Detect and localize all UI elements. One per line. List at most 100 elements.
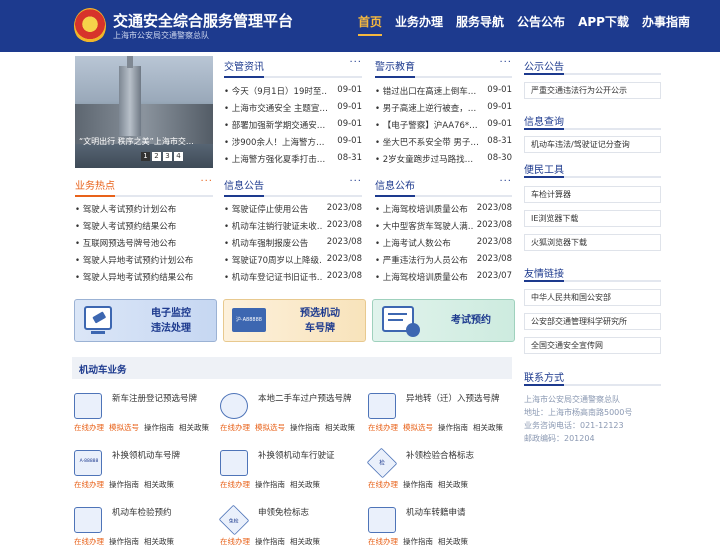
op-online[interactable]: 在线办理 [368, 480, 398, 489]
info-publish-item[interactable]: • 大中型客货车驾驶人满… 2023/08 [375, 220, 512, 232]
news-item[interactable]: • 今天（9月1日）19时至… 09-01 [224, 85, 362, 97]
service-name[interactable]: 异地转（迁）入预选号牌 [406, 394, 502, 405]
service-inspection-mark[interactable]: 检 补领检验合格标志 在线办理 操作指南 相关政策 [366, 447, 506, 490]
op-policy[interactable]: 相关政策 [144, 537, 174, 546]
tool-link[interactable]: 车检计算器 [524, 186, 661, 203]
carousel-dot-1[interactable]: 1 [141, 152, 150, 161]
service-used-car-transfer[interactable]: 本地二手车过户预选号牌 在线办理 模拟选号 操作指南 相关政策 [218, 391, 358, 433]
op-simulate[interactable]: 模拟选号 [255, 423, 285, 432]
exam-booking-banner[interactable]: 考试预约 [372, 299, 515, 342]
op-policy[interactable]: 相关政策 [179, 423, 209, 432]
news-item[interactable]: • 上海市交通安全 主题宣… 09-01 [224, 102, 362, 114]
op-policy[interactable]: 相关政策 [438, 480, 468, 489]
info-notice-item[interactable]: • 机动车登记证书旧证书… 2023/08 [224, 271, 362, 283]
query-link[interactable]: 机动车违法/驾驶证记分查询 [524, 136, 661, 153]
service-name[interactable]: 本地二手车过户预选号牌 [258, 394, 354, 405]
service-name[interactable]: 机动车转籍申请 [406, 508, 502, 519]
warning-item[interactable]: • 【电子警察】沪AA76*… 09-01 [375, 119, 512, 131]
op-guide[interactable]: 操作指南 [403, 480, 433, 489]
info-notice-more-link[interactable]: ··· [349, 176, 362, 187]
op-online[interactable]: 在线办理 [368, 537, 398, 546]
op-policy[interactable]: 相关政策 [290, 480, 320, 489]
op-guide[interactable]: 操作指南 [255, 480, 285, 489]
service-exempt-mark[interactable]: 免检 申领免检标志 在线办理 操作指南 相关政策 [218, 504, 358, 547]
info-publish-title[interactable]: 信息公布 [375, 177, 512, 192]
service-inspection-booking[interactable]: 机动车检验预约 在线办理 操作指南 相关政策 [72, 505, 212, 547]
op-online[interactable]: 在线办理 [74, 537, 104, 546]
op-online[interactable]: 在线办理 [74, 480, 104, 489]
info-publish-item[interactable]: • 严重违法行为人员公布 2023/08 [375, 254, 512, 266]
hot-business-item[interactable]: • 驾驶人考试预约结果公布 [75, 220, 215, 232]
op-guide[interactable]: 操作指南 [403, 537, 433, 546]
op-online[interactable]: 在线办理 [74, 423, 104, 432]
nav-procedures[interactable]: 办事指南 [642, 13, 690, 36]
op-guide[interactable]: 操作指南 [109, 537, 139, 546]
op-online[interactable]: 在线办理 [220, 423, 250, 432]
hot-business-item[interactable]: • 驾驶人异地考试预约结果公布 [75, 271, 215, 283]
tool-link[interactable]: 火狐浏览器下载 [524, 234, 661, 251]
info-notice-item[interactable]: • 驾驶证停止使用公告 2023/08 [224, 203, 362, 215]
info-publish-item[interactable]: • 上海考试人数公布 2023/08 [375, 237, 512, 249]
op-policy[interactable]: 相关政策 [290, 537, 320, 546]
op-online[interactable]: 在线办理 [220, 480, 250, 489]
info-publish-item[interactable]: • 上海驾校培训质量公布 2023/08 [375, 203, 512, 215]
op-online[interactable]: 在线办理 [220, 537, 250, 546]
op-guide[interactable]: 操作指南 [144, 423, 174, 432]
hot-business-item[interactable]: • 互联网预选号牌号池公布 [75, 237, 215, 249]
op-guide[interactable]: 操作指南 [438, 423, 468, 432]
nav-home[interactable]: 首页 [358, 13, 383, 36]
service-name[interactable]: 补换领机动车行驶证 [258, 451, 354, 462]
service-replace-license[interactable]: 补换领机动车行驶证 在线办理 操作指南 相关政策 [218, 448, 358, 490]
info-publish-more-link[interactable]: ··· [499, 176, 512, 187]
hot-business-item[interactable]: • 驾驶人异地考试预约计划公布 [75, 254, 215, 266]
warning-item[interactable]: • 2岁女童跑步过马路找… 08-30 [375, 153, 512, 165]
news-item[interactable]: • 上海警方强化夏季打击… 08-31 [224, 153, 362, 165]
news-more-link[interactable]: ··· [349, 57, 362, 68]
op-policy[interactable]: 相关政策 [144, 480, 174, 489]
nav-service-guide[interactable]: 服务导航 [456, 13, 504, 36]
service-name[interactable]: 机动车检验预约 [112, 508, 208, 519]
preselect-plate-banner[interactable]: 沪·A88888 预选机动 车号牌 [223, 299, 366, 342]
op-simulate[interactable]: 模拟选号 [403, 423, 433, 432]
service-name[interactable]: 新车注册登记预选号牌 [112, 394, 208, 405]
nav-app-download[interactable]: APP下载 [578, 13, 629, 36]
nav-business[interactable]: 业务办理 [395, 13, 443, 36]
warning-item[interactable]: • 错过出口在高速上倒车… 09-01 [375, 85, 512, 97]
op-simulate[interactable]: 模拟选号 [109, 423, 139, 432]
news-item[interactable]: • 涉900余人！上海警方… 09-01 [224, 136, 362, 148]
friend-link[interactable]: 公安部交通管理科学研究所 [524, 313, 661, 330]
info-notice-title[interactable]: 信息公告 [224, 177, 362, 192]
info-notice-item[interactable]: • 驾驶证70周岁以上降级… 2023/08 [224, 254, 362, 266]
info-notice-item[interactable]: • 机动车注销行驶证未收… 2023/08 [224, 220, 362, 232]
service-vehicle-relocation[interactable]: 机动车转籍申请 在线办理 操作指南 相关政策 [366, 505, 506, 547]
carousel-dot-2[interactable]: 2 [152, 152, 161, 161]
tool-link[interactable]: IE浏览器下载 [524, 210, 661, 227]
carousel-caption[interactable]: “文明出行 秩序之美”上海市交… [79, 136, 194, 147]
op-policy[interactable]: 相关政策 [325, 423, 355, 432]
op-online[interactable]: 在线办理 [368, 423, 398, 432]
warning-item[interactable]: • 坐大巴不系安全带 男子… 08-31 [375, 136, 512, 148]
hot-business-title[interactable]: 业务热点 [75, 177, 213, 192]
info-publish-item[interactable]: • 上海驾校培训质量公布 2023/07 [375, 271, 512, 283]
warning-more-link[interactable]: ··· [499, 57, 512, 68]
friend-link[interactable]: 中华人民共和国公安部 [524, 289, 661, 306]
service-cross-region-transfer[interactable]: 异地转（迁）入预选号牌 在线办理 模拟选号 操作指南 相关政策 [366, 391, 506, 433]
op-guide[interactable]: 操作指南 [290, 423, 320, 432]
op-guide[interactable]: 操作指南 [255, 537, 285, 546]
news-item[interactable]: • 部署加强新学期交通安… 09-01 [224, 119, 362, 131]
op-guide[interactable]: 操作指南 [109, 480, 139, 489]
service-replace-plate[interactable]: A·88888 补换领机动车号牌 在线办理 操作指南 相关政策 [72, 448, 212, 490]
op-policy[interactable]: 相关政策 [438, 537, 468, 546]
electronic-monitor-banner[interactable]: 电子监控 违法处理 [74, 299, 217, 342]
carousel-dot-3[interactable]: 3 [163, 152, 172, 161]
news-carousel[interactable]: “文明出行 秩序之美”上海市交… 1 2 3 4 [75, 56, 213, 168]
nav-announcements[interactable]: 公告公布 [517, 13, 565, 36]
carousel-dot-4[interactable]: 4 [174, 152, 183, 161]
info-notice-item[interactable]: • 机动车强制报废公告 2023/08 [224, 237, 362, 249]
warning-item[interactable]: • 男子高速上逆行被查，… 09-01 [375, 102, 512, 114]
op-policy[interactable]: 相关政策 [473, 423, 503, 432]
friend-link[interactable]: 全国交通安全宣传网 [524, 337, 661, 354]
service-name[interactable]: 申领免检标志 [258, 508, 354, 519]
service-name[interactable]: 补领检验合格标志 [406, 451, 502, 462]
warning-section-title[interactable]: 警示教育 [375, 58, 512, 73]
